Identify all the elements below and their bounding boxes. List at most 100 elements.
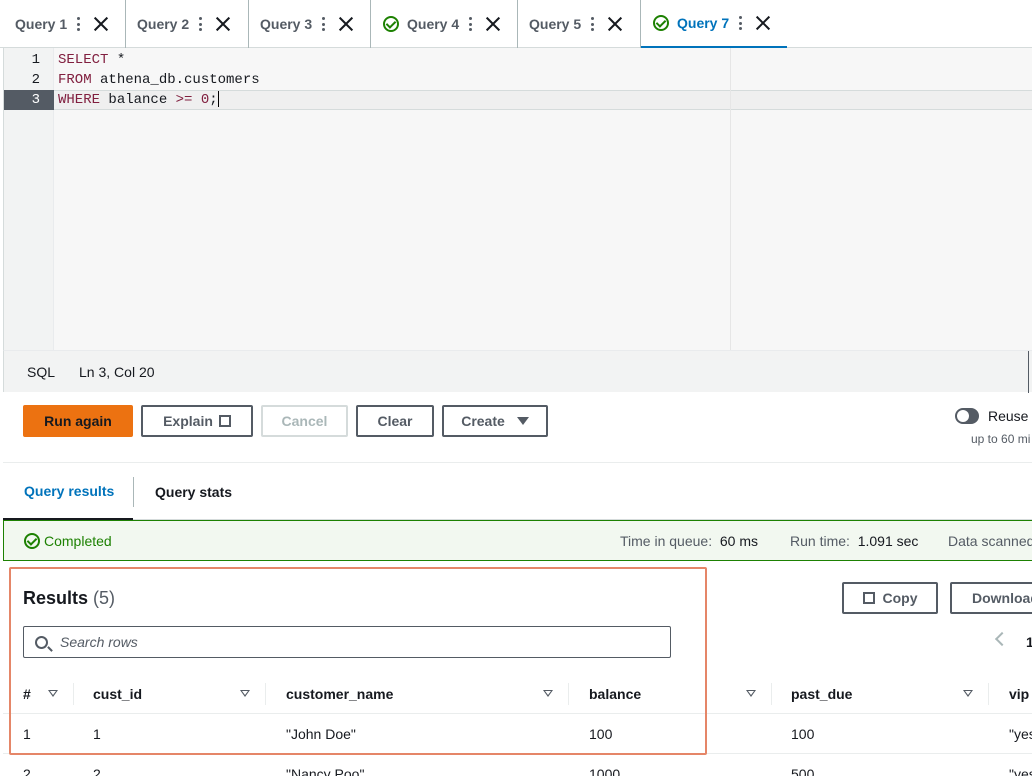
create-label: Create (461, 413, 505, 429)
more-options-icon[interactable] (591, 17, 595, 31)
column-header: past_due (791, 686, 853, 702)
table-cell: "yes" (1009, 726, 1032, 742)
sql-token: athena_db.customers (91, 72, 260, 88)
close-icon[interactable] (486, 17, 500, 31)
more-options-icon[interactable] (77, 17, 81, 31)
download-button[interactable]: Download (950, 582, 1032, 614)
time-in-queue-value: 60 ms (719, 533, 758, 549)
close-icon[interactable] (608, 17, 622, 31)
tab-label: Query 5 (529, 16, 582, 32)
tab-label: Query 3 (260, 16, 313, 32)
code-line-2[interactable]: FROM athena_db.customers (58, 70, 260, 90)
more-options-icon[interactable] (322, 17, 326, 31)
tab-label: Query stats (155, 483, 233, 500)
time-in-queue: Time in queue: 60 ms (620, 533, 758, 549)
page-number[interactable]: 1 (1026, 634, 1032, 650)
close-icon[interactable] (216, 17, 230, 31)
sql-token-kw: SELECT (58, 52, 109, 68)
result-tabs: Query results Query stats (3, 462, 1032, 520)
tab-label: Query 2 (137, 16, 190, 32)
previous-page-icon[interactable] (994, 631, 1010, 647)
query-tab-bar: Query 1 Query 2 Query 3 Query 4 Query 5 … (0, 0, 1032, 48)
success-check-icon (24, 532, 40, 549)
tab-label: Query 7 (677, 15, 730, 31)
copy-button[interactable]: Copy (842, 582, 938, 614)
code-line-1[interactable]: SELECT * (58, 50, 125, 70)
sql-token-kw: FROM (58, 72, 92, 88)
sql-token: balance (100, 92, 176, 108)
run-time-value: 1.091 sec (857, 533, 919, 549)
tab-label: Query 1 (15, 16, 68, 32)
tab-query-1[interactable]: Query 1 (0, 0, 126, 48)
tab-query-4[interactable]: Query 4 (371, 0, 518, 48)
status-text: Completed (44, 532, 112, 549)
copy-label: Copy (882, 590, 918, 606)
tab-label: Query results (24, 482, 115, 499)
table-cell: "yes" (1009, 766, 1032, 776)
query-status-bar: Completed Time in queue: 60 ms Run time:… (3, 520, 1032, 561)
clear-button[interactable]: Clear (356, 405, 434, 437)
explain-button[interactable]: Explain (141, 405, 253, 437)
tab-label: Query 4 (407, 16, 460, 32)
cancel-label: Cancel (281, 413, 328, 429)
text-cursor (217, 91, 219, 108)
table-cell: 2 (93, 766, 101, 776)
code-line-3[interactable]: WHERE balance >= 0; (58, 90, 219, 110)
table-cell: 500 (791, 766, 815, 776)
column-header: vip (1009, 686, 1030, 702)
close-icon[interactable] (756, 16, 770, 30)
sql-token: * (108, 52, 126, 68)
data-scanned: Data scanned (948, 533, 1032, 549)
table-row[interactable]: 2 2 "Nancy Poo" 1000 500 "yes" (3, 754, 1032, 776)
more-options-icon[interactable] (739, 16, 743, 30)
line-number-active: 3 (4, 90, 54, 110)
more-options-icon[interactable] (199, 17, 203, 31)
tab-query-stats[interactable]: Query stats (155, 463, 232, 520)
line-number: 1 (31, 52, 40, 68)
success-check-icon (653, 15, 669, 31)
panel-resize-handle[interactable] (1028, 351, 1032, 393)
tab-divider (133, 477, 134, 507)
caret-down-icon (516, 417, 529, 425)
clear-label: Clear (377, 413, 413, 429)
close-icon[interactable] (94, 17, 108, 31)
external-link-icon (218, 415, 231, 427)
sort-icon[interactable] (746, 690, 756, 697)
explain-label: Explain (163, 413, 213, 429)
results-highlight-box (9, 567, 707, 755)
reuse-results-toggle[interactable] (955, 408, 979, 424)
create-dropdown-button[interactable]: Create (442, 405, 548, 437)
sql-token-kw: WHERE (58, 92, 101, 108)
sql-editor[interactable]: 1 2 3 SELECT * FROM athena_db.customers … (3, 48, 1032, 350)
run-time: Run time: 1.091 sec (790, 533, 918, 549)
editor-status-bar: SQL Ln 3, Col 20 (3, 350, 1032, 393)
print-margin (730, 48, 731, 350)
cursor-position: Ln 3, Col 20 (79, 363, 155, 380)
tab-query-7[interactable]: Query 7 (641, 0, 787, 48)
tab-query-results[interactable]: Query results (3, 463, 133, 520)
column-resizer[interactable] (771, 683, 772, 705)
copy-icon (862, 592, 875, 604)
column-resizer[interactable] (988, 683, 989, 705)
tab-query-2[interactable]: Query 2 (126, 0, 249, 48)
cancel-button[interactable]: Cancel (261, 405, 348, 437)
run-time-label: Run time: (790, 533, 850, 549)
table-cell: 1000 (589, 766, 621, 776)
line-number-gutter: 1 2 3 (4, 48, 54, 350)
more-options-icon[interactable] (469, 17, 473, 31)
reuse-results-label: Reuse q (988, 408, 1032, 424)
tab-query-3[interactable]: Query 3 (249, 0, 371, 48)
sort-icon[interactable] (963, 690, 973, 697)
success-check-icon (383, 16, 399, 32)
sql-token-num: 0 (200, 92, 210, 108)
run-again-button[interactable]: Run again (23, 405, 133, 437)
run-again-label: Run again (44, 413, 112, 429)
data-scanned-label: Data scanned (948, 533, 1032, 549)
tab-query-5[interactable]: Query 5 (518, 0, 641, 48)
time-in-queue-label: Time in queue: (620, 533, 713, 549)
line-number: 2 (31, 72, 40, 88)
close-icon[interactable] (339, 17, 353, 31)
table-cell: "Nancy Poo" (286, 766, 365, 776)
reuse-results-description: up to 60 mi (971, 432, 1031, 446)
